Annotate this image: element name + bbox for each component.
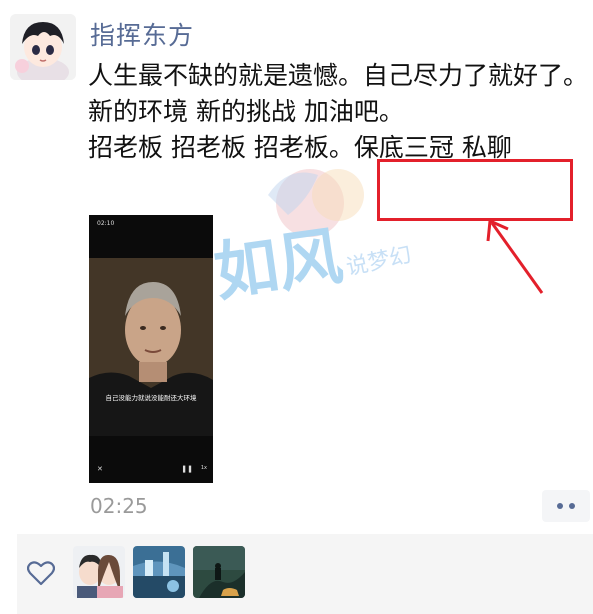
video-thumbnail[interactable]: 02:10 自己没能力就说没能耐还大环境 ✕ ❚❚ 1x: [89, 215, 213, 483]
annotation-arrow-icon: [486, 218, 544, 294]
moments-post: 指挥东方 人生最不缺的就是遗憾。自己尽力了就好了。 新的环境 新的挑战 加油吧。…: [0, 0, 593, 614]
speed-icon[interactable]: 1x: [201, 465, 207, 471]
more-options-button[interactable]: [542, 490, 590, 522]
video-controls: ✕ ❚❚ 1x: [89, 465, 213, 477]
close-icon[interactable]: ✕: [97, 465, 103, 473]
post-timestamp: 02:25: [90, 494, 148, 518]
video-frame-image: [89, 258, 213, 436]
pause-icon[interactable]: ❚❚: [181, 465, 193, 473]
dot-icon: [557, 503, 563, 509]
svg-text:如风: 如风: [210, 220, 347, 311]
video-status-time: 02:10: [97, 220, 115, 227]
post-text: 人生最不缺的就是遗憾。自己尽力了就好了。 新的环境 新的挑战 加油吧。 招老板 …: [88, 58, 588, 166]
username[interactable]: 指挥东方: [90, 16, 194, 52]
liker-avatar[interactable]: [133, 546, 185, 598]
post-line: 新的环境 新的挑战 加油吧。: [88, 97, 404, 126]
dot-icon: [569, 503, 575, 509]
highlight-annotation-box: [377, 159, 573, 221]
svg-text:说梦幻: 说梦幻: [344, 243, 414, 281]
liker-avatar[interactable]: [193, 546, 245, 598]
post-line: 人生最不缺的就是遗憾。自己尽力了就好了。: [88, 61, 589, 90]
video-subtitle: 自己没能力就说没能耐还大环境: [105, 394, 197, 402]
likes-bar: [17, 534, 593, 614]
avatar[interactable]: [10, 14, 76, 80]
heart-icon: [27, 561, 55, 586]
liker-avatar[interactable]: [73, 546, 125, 598]
